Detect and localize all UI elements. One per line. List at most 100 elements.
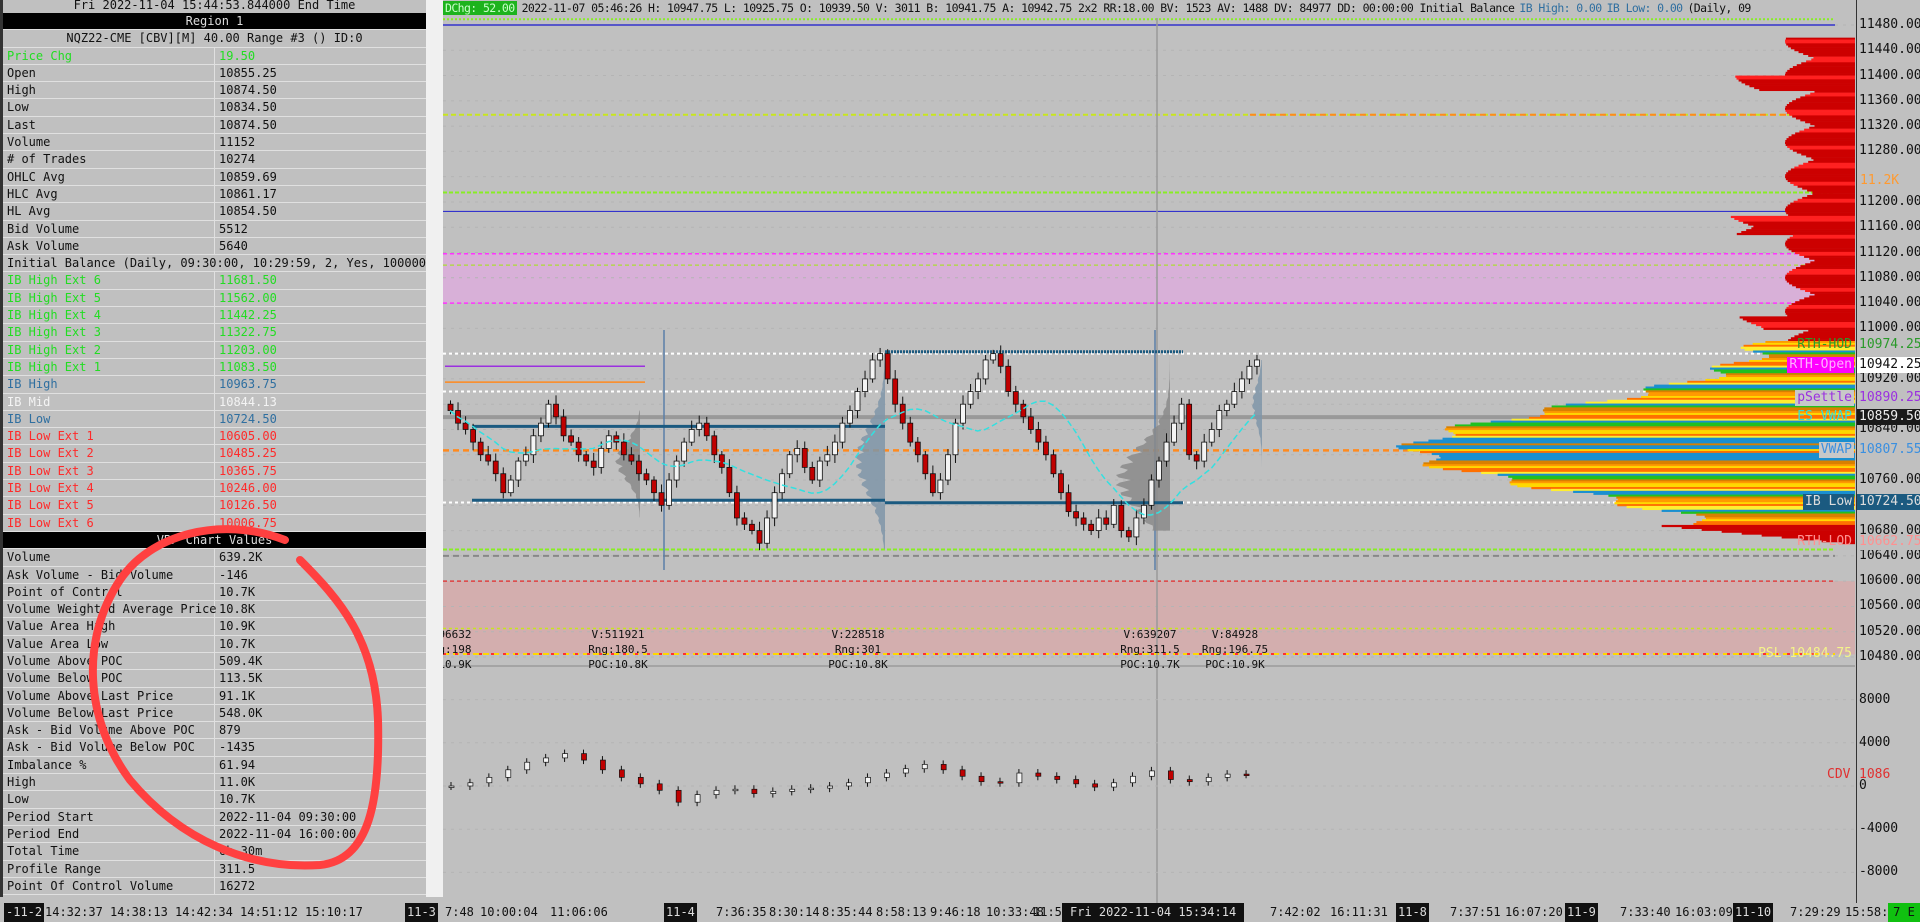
price-tick: 11360.00 <box>1859 92 1920 108</box>
profile-bar <box>1531 486 1855 490</box>
profile-bar <box>1786 138 1855 141</box>
candle <box>1141 504 1147 519</box>
row-label: # of Trades <box>3 151 215 168</box>
candle <box>1043 441 1049 456</box>
vbp-range: Rng:180.5 <box>588 643 648 656</box>
candle <box>681 441 688 462</box>
row-label: Volume <box>3 549 215 566</box>
cdv-candle <box>543 757 550 763</box>
candle <box>643 473 650 481</box>
candle <box>711 435 718 456</box>
candle <box>1178 403 1185 424</box>
row-label: IB High Ext 1 <box>3 358 215 376</box>
candle <box>907 422 914 443</box>
time-label: 15:10:17 <box>305 905 363 919</box>
row-label: HL Avg <box>3 203 215 220</box>
price-tick: 10920.00 <box>1859 370 1920 386</box>
candle <box>545 403 552 424</box>
profile-bar <box>1789 282 1855 285</box>
time-label: 16:07:20 <box>1505 905 1563 919</box>
row-label: IB Low Ext 3 <box>3 462 215 479</box>
candle <box>779 473 786 494</box>
row-label: Point Of Control Volume <box>3 877 215 895</box>
profile-bar <box>1551 405 1855 408</box>
profile-bar <box>1436 458 1855 461</box>
profile-bar <box>1797 198 1855 201</box>
row-label: Volume Below Last Price <box>3 704 215 722</box>
row-value: 5640 <box>219 238 248 253</box>
candle <box>1050 454 1057 475</box>
profile-bar <box>1746 229 1855 232</box>
profile-bar <box>1814 124 1855 128</box>
profile-bar <box>1762 352 1855 355</box>
profile-bar <box>1799 130 1855 133</box>
row-label: IB High Ext 3 <box>3 324 215 341</box>
row-label: IB High <box>3 376 215 393</box>
cdv-candle <box>940 764 947 771</box>
profile-bar <box>1795 132 1855 135</box>
profile-bar <box>1810 122 1855 126</box>
cdv-candle <box>1224 773 1231 778</box>
row-value: 10.7K <box>219 636 256 651</box>
profile-bar <box>1741 81 1855 84</box>
cdv-candle <box>1111 782 1117 788</box>
time-label: 7:42:02 <box>1270 905 1321 919</box>
cursor-time-label: Fri 2022-11-04 15:34:14 <box>1062 903 1245 922</box>
profile-bar <box>1810 261 1855 264</box>
cdv-candle <box>1243 773 1250 776</box>
profile-bar <box>1429 466 1855 469</box>
time-axis[interactable]: -11-2 14:32:37 14:38:13 14:42:34 14:51:12 15:… <box>0 903 1920 922</box>
row-value: 10724.50 <box>219 411 277 426</box>
profile-bar <box>1785 73 1855 76</box>
candle <box>507 479 514 494</box>
panel-row: Point of Control 10.7K <box>3 583 426 602</box>
row-label: Total Time <box>3 843 215 860</box>
profile-bar <box>1805 289 1855 293</box>
panel-row: Volume Weighted Average Price 10.8K <box>3 601 426 619</box>
profile-bar <box>1807 195 1855 198</box>
cdv-candle <box>675 789 682 803</box>
panel-row: Last 10874.50 <box>3 116 426 135</box>
time-label: 14:51:12 <box>240 905 298 919</box>
profile-bar <box>1785 174 1855 177</box>
row-value: 10874.50 <box>219 117 277 132</box>
panel-row: IB Low 10724.50 <box>3 410 426 429</box>
profile-bar <box>1786 306 1855 310</box>
profile-bar <box>1799 253 1855 256</box>
row-label: Ask Volume - Bid Volume <box>3 566 215 583</box>
cdv-candle <box>921 764 928 770</box>
vbp-profile-stats: V:228518 Rng:301 POC:10.8K <box>823 627 893 672</box>
price-tick: 11040.00 <box>1859 295 1920 311</box>
profile-bar <box>1497 473 1855 476</box>
profile-bar <box>1696 513 1855 516</box>
profile-bar <box>1785 208 1855 211</box>
profile-bar <box>1701 528 1855 531</box>
row-value: 61.94 <box>219 757 256 772</box>
profile-bar <box>1800 265 1855 268</box>
candle <box>847 410 853 424</box>
row-label: Ask - Bid Volume Below POC <box>3 739 215 756</box>
profile-bar <box>1419 450 1855 454</box>
panel-row: Volume Below POC 113.5K <box>3 670 426 688</box>
cdv-candle <box>959 769 966 777</box>
candle <box>892 378 899 405</box>
profile-bar <box>1810 92 1855 95</box>
vbp-profile-stats: V:511921 Rng:180.5 POC:10.8K <box>583 627 653 672</box>
profile-bar <box>1785 143 1855 147</box>
level-label-vwap-eth: ES VWAP <box>1797 409 1852 425</box>
profile-bar <box>1811 157 1855 160</box>
row-label: High <box>3 774 215 791</box>
profile-bar <box>1668 382 1855 385</box>
row-value: -1435 <box>219 740 256 755</box>
profile-bar <box>1789 236 1855 239</box>
vbp-poc: POC:10.7K <box>1120 658 1180 671</box>
profile-bar <box>1795 251 1855 255</box>
row-value: 19.50 <box>219 48 256 63</box>
cdv-candle <box>600 759 606 771</box>
profile-bar <box>1791 303 1855 306</box>
cdv-candle <box>524 761 531 771</box>
row-label: IB Low Ext 6 <box>3 514 215 531</box>
candle <box>937 479 944 494</box>
row-label: IB Mid <box>3 393 215 410</box>
row-value: 2022-11-04 09:30:00 <box>219 809 357 824</box>
